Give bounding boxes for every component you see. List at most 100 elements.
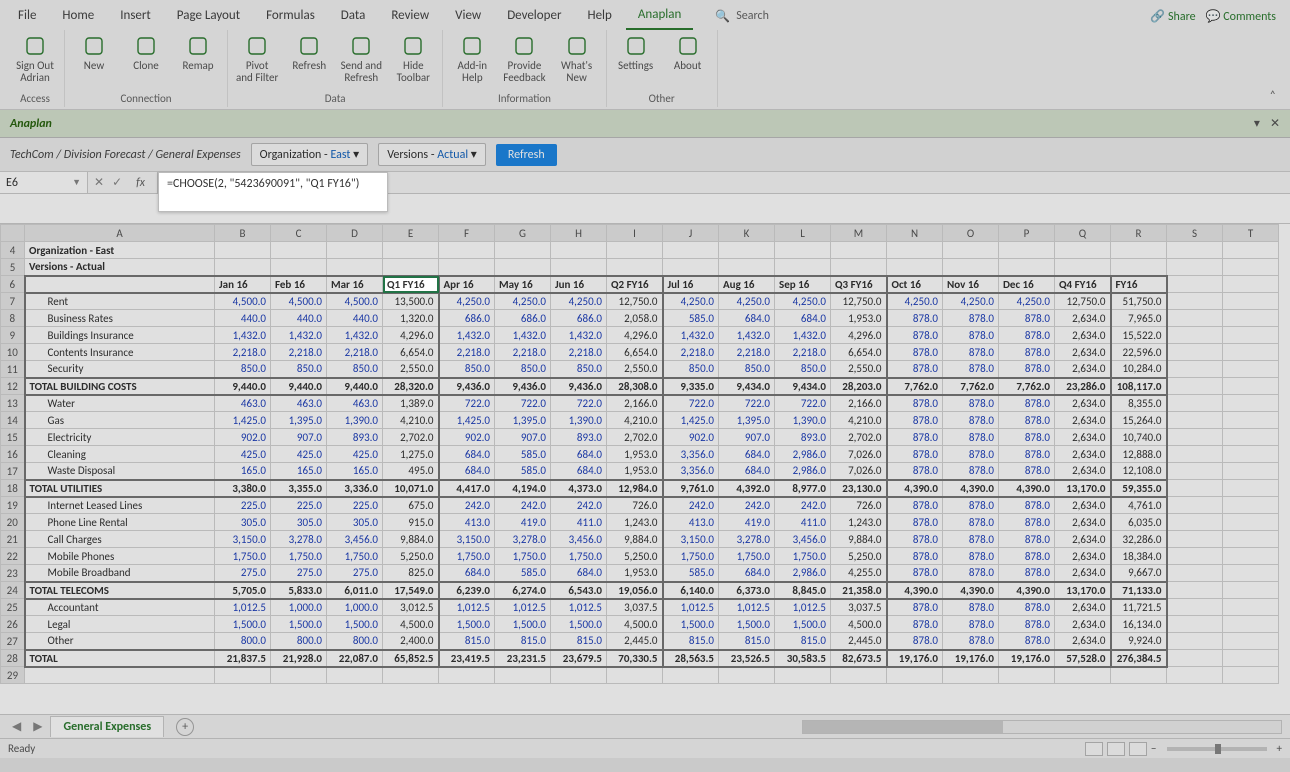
cell[interactable]	[1167, 327, 1223, 344]
column-header[interactable]: H	[551, 225, 607, 242]
row-header[interactable]: 24	[1, 582, 25, 599]
data-cell[interactable]: 6,654.0	[607, 344, 663, 361]
data-cell[interactable]: 440.0	[215, 310, 271, 327]
row-header[interactable]: 14	[1, 412, 25, 429]
row-header[interactable]: 21	[1, 531, 25, 548]
data-cell[interactable]: 32,286.0	[1111, 531, 1167, 548]
data-cell[interactable]: 4,390.0	[887, 480, 943, 497]
zoom-slider[interactable]	[1167, 747, 1267, 751]
data-cell[interactable]: 65,852.5	[383, 650, 439, 667]
cell[interactable]	[943, 242, 999, 259]
data-cell[interactable]: 165.0	[271, 463, 327, 480]
data-cell[interactable]: 815.0	[663, 633, 719, 650]
data-cell[interactable]: 51,750.0	[1111, 293, 1167, 310]
data-cell[interactable]: 6,654.0	[383, 344, 439, 361]
data-cell[interactable]: 684.0	[719, 310, 775, 327]
column-header[interactable]: J	[663, 225, 719, 242]
data-cell[interactable]: 878.0	[887, 446, 943, 463]
period-header[interactable]: Jun 16	[551, 276, 607, 293]
data-cell[interactable]: 850.0	[327, 361, 383, 378]
cell[interactable]	[1223, 650, 1279, 667]
cell[interactable]	[1167, 310, 1223, 327]
data-cell[interactable]: 3,037.5	[831, 599, 887, 616]
column-header[interactable]: R	[1111, 225, 1167, 242]
data-cell[interactable]: 7,026.0	[831, 446, 887, 463]
period-header[interactable]: Mar 16	[327, 276, 383, 293]
data-cell[interactable]: 9,884.0	[383, 531, 439, 548]
data-cell[interactable]: 915.0	[383, 514, 439, 531]
data-cell[interactable]: 18,384.0	[1111, 548, 1167, 565]
data-cell[interactable]: 1,425.0	[215, 412, 271, 429]
data-cell[interactable]: 19,056.0	[607, 582, 663, 599]
data-cell[interactable]: 4,250.0	[943, 293, 999, 310]
cell[interactable]	[1223, 616, 1279, 633]
view-normal-icon[interactable]	[1085, 742, 1103, 756]
data-cell[interactable]: 7,762.0	[887, 378, 943, 395]
data-cell[interactable]: 425.0	[271, 446, 327, 463]
data-cell[interactable]: 878.0	[999, 565, 1055, 582]
data-cell[interactable]: 1,750.0	[439, 548, 495, 565]
data-cell[interactable]: 1,395.0	[719, 412, 775, 429]
menu-page-layout[interactable]: Page Layout	[165, 4, 252, 29]
cell[interactable]	[1223, 327, 1279, 344]
data-cell[interactable]: 9,924.0	[1111, 633, 1167, 650]
data-cell[interactable]: 4,392.0	[719, 480, 775, 497]
period-header[interactable]: Q1 FY16	[383, 276, 439, 293]
period-header[interactable]: Q2 FY16	[607, 276, 663, 293]
data-cell[interactable]: 878.0	[999, 497, 1055, 514]
row-label[interactable]: Accountant	[25, 599, 215, 616]
data-cell[interactable]: 12,108.0	[1111, 463, 1167, 480]
data-cell[interactable]: 850.0	[663, 361, 719, 378]
cell[interactable]	[215, 242, 271, 259]
data-cell[interactable]: 2,634.0	[1055, 514, 1111, 531]
data-cell[interactable]: 2,634.0	[1055, 446, 1111, 463]
menu-home[interactable]: Home	[50, 4, 106, 29]
data-cell[interactable]: 2,986.0	[775, 463, 831, 480]
cell[interactable]	[25, 667, 215, 684]
data-cell[interactable]: 878.0	[999, 344, 1055, 361]
ribbon-provide[interactable]: ProvideFeedback	[501, 32, 547, 92]
data-cell[interactable]: 1,432.0	[495, 327, 551, 344]
data-cell[interactable]: 878.0	[943, 616, 999, 633]
cell[interactable]	[1167, 480, 1223, 497]
data-cell[interactable]: 1,500.0	[719, 616, 775, 633]
data-cell[interactable]: 878.0	[999, 395, 1055, 412]
spreadsheet-grid[interactable]: ABCDEFGHIJKLMNOPQRST4Organization - East…	[0, 224, 1290, 714]
data-cell[interactable]: 70,330.5	[607, 650, 663, 667]
cell[interactable]	[663, 242, 719, 259]
cancel-formula-icon[interactable]: ✕	[94, 175, 104, 190]
data-cell[interactable]: 1,390.0	[551, 412, 607, 429]
data-cell[interactable]: 3,456.0	[551, 531, 607, 548]
data-cell[interactable]: 23,419.5	[439, 650, 495, 667]
data-cell[interactable]: 2,702.0	[607, 429, 663, 446]
data-cell[interactable]: 1,500.0	[775, 616, 831, 633]
cell[interactable]	[1167, 429, 1223, 446]
data-cell[interactable]: 2,218.0	[775, 344, 831, 361]
data-cell[interactable]: 878.0	[887, 310, 943, 327]
cell[interactable]	[551, 242, 607, 259]
data-cell[interactable]: 2,218.0	[663, 344, 719, 361]
cell[interactable]	[1055, 259, 1111, 276]
column-header[interactable]: P	[999, 225, 1055, 242]
data-cell[interactable]: 2,634.0	[1055, 633, 1111, 650]
menu-review[interactable]: Review	[379, 4, 441, 29]
data-cell[interactable]: 1,012.5	[439, 599, 495, 616]
data-cell[interactable]: 878.0	[887, 548, 943, 565]
data-cell[interactable]: 585.0	[495, 463, 551, 480]
data-cell[interactable]: 684.0	[719, 565, 775, 582]
cell[interactable]	[663, 667, 719, 684]
data-cell[interactable]: 878.0	[887, 327, 943, 344]
data-cell[interactable]: 8,355.0	[1111, 395, 1167, 412]
data-cell[interactable]: 878.0	[887, 344, 943, 361]
data-cell[interactable]: 4,296.0	[383, 327, 439, 344]
cell[interactable]	[1167, 548, 1223, 565]
data-cell[interactable]: 165.0	[327, 463, 383, 480]
data-cell[interactable]: 1,012.5	[495, 599, 551, 616]
data-cell[interactable]: 1,320.0	[383, 310, 439, 327]
data-cell[interactable]: 425.0	[215, 446, 271, 463]
cell[interactable]	[1111, 667, 1167, 684]
cell[interactable]	[327, 259, 383, 276]
data-cell[interactable]: 57,528.0	[1055, 650, 1111, 667]
data-cell[interactable]: 878.0	[943, 599, 999, 616]
row-label[interactable]: Other	[25, 633, 215, 650]
